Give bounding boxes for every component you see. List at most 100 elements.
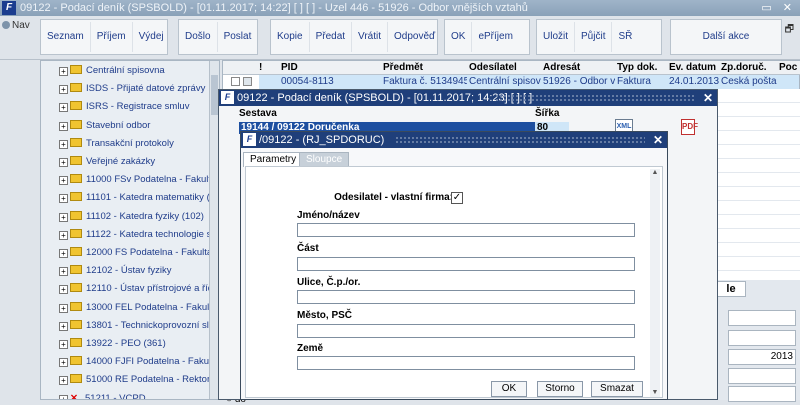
tree-item[interactable]: + Veřejné zakázky xyxy=(59,154,155,170)
expand-icon[interactable]: + xyxy=(59,376,68,386)
ulice-label: Ulice, Č.p./or. xyxy=(297,277,361,288)
scroll-down-icon[interactable]: ▼ xyxy=(651,389,659,397)
tab-parametry[interactable]: Parametry xyxy=(243,152,304,167)
table-row[interactable]: 00054-8113 Faktura č. 513494584 Centráln… xyxy=(259,75,799,89)
grid-header-predmet[interactable]: Předmět xyxy=(383,62,423,73)
nav-button[interactable]: Nav xyxy=(2,20,30,31)
kopie-button[interactable]: Kopie xyxy=(271,22,310,52)
grid-header-pid[interactable]: PID xyxy=(281,62,298,73)
poslat-button[interactable]: Poslat xyxy=(218,22,258,52)
grid-header: ! PID Předmět Odesílatel Adresát Typ dok… xyxy=(223,61,800,75)
expand-icon[interactable]: + xyxy=(59,103,68,113)
folder-icon xyxy=(70,174,82,184)
jmeno-input[interactable] xyxy=(297,223,635,237)
expand-icon[interactable]: + xyxy=(59,303,68,313)
tree-item[interactable]: +11102 - Katedra fyziky (102) xyxy=(59,209,204,225)
expand-icon[interactable]: + xyxy=(59,85,68,95)
tree-item[interactable]: +12102 - Ústav fyziky xyxy=(59,263,172,279)
odpoved-button[interactable]: Odpověď xyxy=(388,22,441,52)
tree-item[interactable]: +51000 RE Podatelna - Rektorát xyxy=(59,372,218,388)
smazat-button[interactable]: Smazat xyxy=(591,381,643,397)
tree-item[interactable]: +13000 FEL Podatelna - Fakulta el xyxy=(59,300,219,316)
restore-icon[interactable]: 🗗 xyxy=(785,22,794,39)
ulice-input[interactable] xyxy=(297,290,635,304)
detail-field-1[interactable] xyxy=(728,310,796,326)
ok-button[interactable]: OK xyxy=(491,381,527,397)
expand-icon[interactable]: + xyxy=(59,249,68,258)
ok-button[interactable]: OK xyxy=(445,22,473,52)
expand-icon[interactable]: + xyxy=(59,158,68,167)
doslo-button[interactable]: Došlo xyxy=(179,22,218,52)
dialog1-close-icon[interactable]: ✕ xyxy=(703,90,713,106)
tree-item[interactable]: + Centrální spisovna xyxy=(59,63,165,79)
tree-item[interactable]: +11122 - Katedra technologie stav xyxy=(59,227,219,243)
tree-item[interactable]: +14000 FJFI Podatelna - Fakulta ja xyxy=(59,354,219,370)
mesto-input[interactable] xyxy=(297,324,635,338)
grid-header-zp-doruc[interactable]: Zp.doruč. xyxy=(721,62,767,73)
eprijem-button[interactable]: ePříjem xyxy=(472,22,518,52)
grid-row-expand[interactable] xyxy=(231,77,240,86)
window-controls[interactable]: ▭ ✕ xyxy=(761,0,796,16)
vydej-button[interactable]: Výdej xyxy=(133,22,170,52)
detail-field-3[interactable] xyxy=(728,368,796,384)
scroll-up-icon[interactable]: ▲ xyxy=(651,169,659,177)
detail-tab[interactable]: le xyxy=(716,281,746,297)
expand-icon[interactable]: + xyxy=(59,139,68,149)
dialog2-scrollbar[interactable]: ▲ ▼ xyxy=(650,169,660,397)
dialog2-title: /09122 - (RJ_SPDORUC) xyxy=(259,134,385,146)
tree-item[interactable]: + ✕ 51211 - VCPD xyxy=(59,391,146,400)
expand-icon[interactable]: + xyxy=(59,358,68,368)
detail-field-2[interactable] xyxy=(728,330,796,346)
prijem-button[interactable]: Příjem xyxy=(91,22,133,52)
tab-sloupce[interactable]: Sloupce xyxy=(299,152,350,167)
tree-item[interactable]: + Transakční protokoly xyxy=(59,136,174,152)
dialog2-close-icon[interactable]: ✕ xyxy=(653,132,663,148)
folder-icon xyxy=(70,319,82,329)
sr-button[interactable]: SŘ xyxy=(612,22,638,52)
tree-item[interactable]: +11101 - Katedra matematiky (101 xyxy=(59,190,219,206)
pujcit-button[interactable]: Půjčit xyxy=(575,22,613,52)
grid-header-poc[interactable]: Poc xyxy=(779,62,797,73)
tree-item[interactable]: + Stavební odbor xyxy=(59,118,150,134)
expand-icon[interactable]: + xyxy=(59,267,68,277)
expand-icon[interactable]: + xyxy=(59,176,68,186)
tree-item[interactable]: +13801 - Technickoprovozní služb xyxy=(59,318,219,334)
tree-item[interactable]: +12110 - Ústav přístrojové a řídící xyxy=(59,281,219,297)
tree-item[interactable]: +11000 FSv Podatelna - Fakulta s xyxy=(59,172,219,188)
storno-button[interactable]: Storno xyxy=(537,381,583,397)
odesilatel-checkbox[interactable]: ✓ xyxy=(451,192,463,204)
grid-header-flag[interactable]: ! xyxy=(259,62,262,73)
tree-item[interactable]: +12000 FS Podatelna - Fakulta stro xyxy=(59,245,219,261)
expand-icon[interactable]: + xyxy=(59,121,68,131)
expand-icon[interactable]: + xyxy=(59,194,68,204)
grid-header-ev-datum[interactable]: Ev. datum xyxy=(669,62,716,73)
expand-icon[interactable]: + xyxy=(59,212,68,222)
expand-icon[interactable]: + xyxy=(59,67,68,76)
vratit-button[interactable]: Vrátit xyxy=(352,22,389,52)
expand-icon[interactable]: + xyxy=(59,285,68,295)
zeme-input[interactable] xyxy=(297,356,635,370)
expand-icon[interactable]: + xyxy=(59,340,68,349)
tree-item[interactable]: + ISRS - Registrace smluv xyxy=(59,99,189,115)
seznam-button[interactable]: Seznam xyxy=(41,22,91,52)
predat-button[interactable]: Předat xyxy=(310,22,353,52)
cast-input[interactable] xyxy=(297,257,635,271)
expand-icon[interactable]: + xyxy=(59,394,68,399)
app-logo-icon: F xyxy=(2,1,16,15)
expand-icon[interactable]: + xyxy=(59,230,68,240)
expand-icon[interactable]: + xyxy=(59,321,68,331)
tree-item-label: 11102 - Katedra fyziky (102) xyxy=(86,210,204,222)
grid-row-check[interactable] xyxy=(243,77,252,86)
ulozit-button[interactable]: Uložit xyxy=(537,22,576,52)
tree-item-label: 51000 RE Podatelna - Rektorát xyxy=(86,374,219,386)
grid-header-adresat[interactable]: Adresát xyxy=(543,62,580,73)
dalsi-akce-button[interactable]: Další akce xyxy=(697,22,756,52)
tree-scrollbar-thumb[interactable] xyxy=(211,75,218,115)
detail-field-date[interactable]: 2013 xyxy=(728,349,796,365)
grid-header-typ[interactable]: Typ dok. xyxy=(617,62,657,73)
pdf-export-icon[interactable]: PDF xyxy=(681,119,698,135)
red-x-icon: ✕ xyxy=(70,392,78,400)
tree-item[interactable]: +13922 - PEO (361) xyxy=(59,336,166,352)
tree-item[interactable]: + ISDS - Přijaté datové zprávy xyxy=(59,81,205,97)
grid-header-odesilatel[interactable]: Odesílatel xyxy=(469,62,517,73)
